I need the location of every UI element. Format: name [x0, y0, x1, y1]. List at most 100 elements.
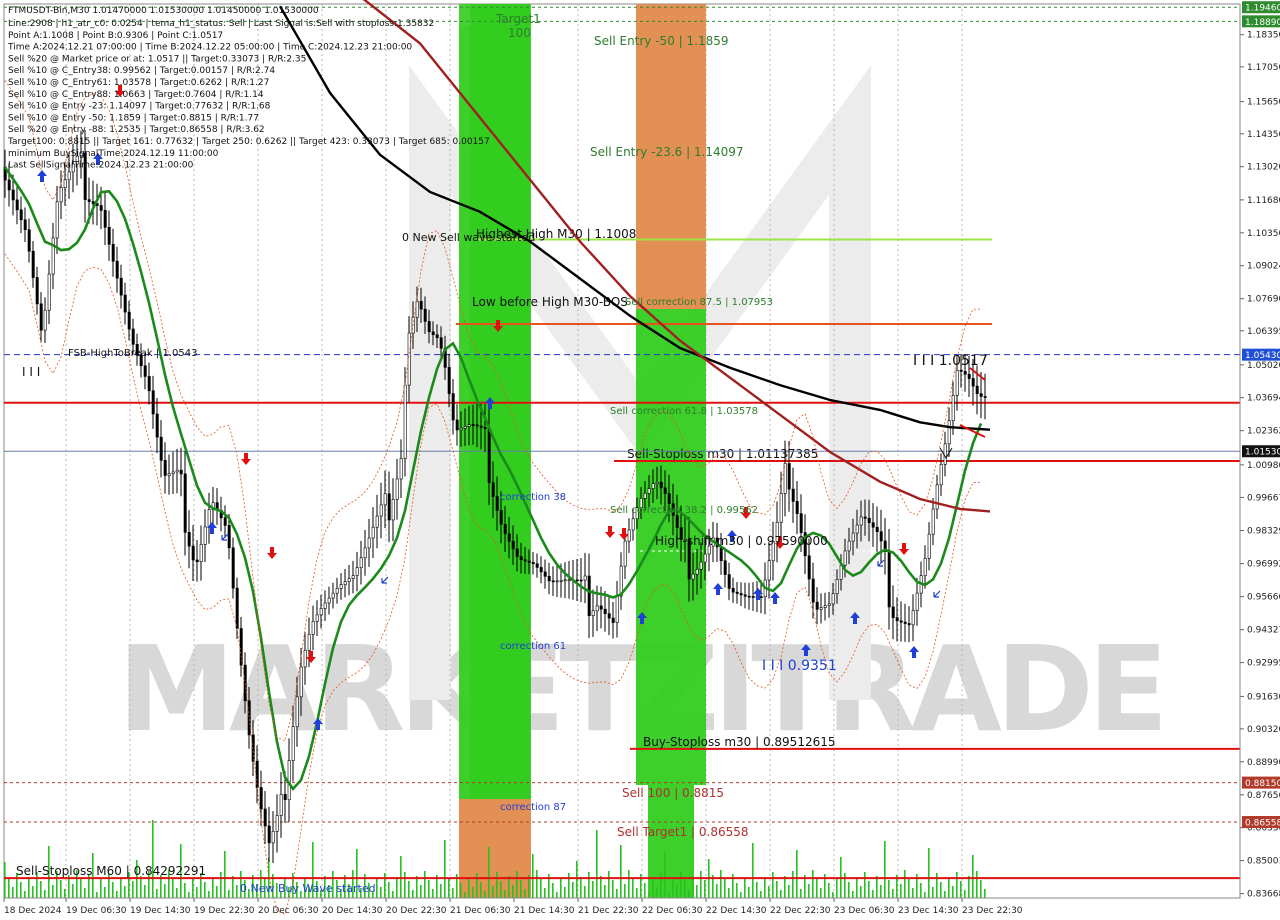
- info-line: Sell %10 @ C_Entry61: 1.03578 | Target:0…: [8, 78, 269, 88]
- volume-bar: [428, 880, 430, 898]
- volume-bar: [520, 880, 522, 898]
- candle-body: [191, 545, 195, 561]
- volume-bar: [140, 876, 142, 898]
- candle-body: [863, 516, 867, 519]
- volume-bar: [668, 891, 670, 898]
- volume-bar: [588, 872, 590, 898]
- volume-bar: [908, 879, 910, 898]
- candle-body: [303, 649, 307, 668]
- price-badge: 0.86558: [1242, 816, 1280, 829]
- candle-body: [343, 581, 347, 585]
- info-line: Sell %10 @ C_Entry88: 1.0663 | Target:0.…: [8, 90, 264, 100]
- volume-bar: [860, 886, 862, 898]
- candle-body: [751, 596, 755, 598]
- price-tick-label: 1.02362: [1247, 427, 1280, 437]
- volume-bar: [848, 882, 850, 898]
- candle-body: [143, 365, 147, 377]
- candle-body: [647, 488, 651, 494]
- candle-body: [827, 603, 831, 607]
- volume-bar: [24, 891, 26, 898]
- candle-body: [951, 395, 955, 421]
- price-tick-label: 0.91630: [1247, 692, 1280, 702]
- volume-bar: [944, 891, 946, 898]
- volume-bar: [552, 883, 554, 898]
- candle-body: [831, 593, 835, 605]
- volume-bar: [844, 873, 846, 898]
- volume-bar: [664, 852, 666, 898]
- candle-body: [163, 460, 167, 476]
- volume-bar: [384, 873, 386, 898]
- info-line: Line:2908 | h1_atr_c0: 0.0254 | tema_h1_…: [8, 19, 434, 29]
- price-tick-label: 1.15650: [1247, 98, 1280, 108]
- volume-bar: [892, 889, 894, 898]
- candle-body: [475, 424, 479, 427]
- time-tick-label: 22 Dec 06:30: [642, 906, 703, 916]
- candle-body: [399, 458, 403, 480]
- candle-body: [511, 541, 515, 550]
- volume-bar: [796, 850, 798, 898]
- candle-body: [235, 587, 239, 629]
- candle-body: [515, 548, 519, 557]
- candle-body: [923, 558, 927, 577]
- volume-bar: [500, 881, 502, 898]
- candle-body: [527, 560, 531, 563]
- volume-bar: [616, 889, 618, 898]
- candle-body: [779, 493, 783, 523]
- candle-body: [851, 532, 855, 542]
- volume-bar: [504, 890, 506, 898]
- volume-bar: [80, 879, 82, 898]
- volume-bar: [156, 889, 158, 898]
- price-tick-label: 0.98329: [1247, 527, 1280, 537]
- candle-body: [539, 567, 543, 573]
- volume-bar: [8, 878, 10, 898]
- candle-body: [363, 547, 367, 559]
- volume-bar: [620, 845, 622, 898]
- volume-bar: [192, 878, 194, 898]
- price-badge: 1.05430: [1242, 348, 1280, 361]
- candle-body: [939, 464, 943, 486]
- candle-body: [523, 559, 527, 562]
- candle-body: [387, 493, 391, 521]
- candle-body: [271, 831, 275, 844]
- info-line: Sell %10 @ C_Entry38: 0.99562 | Target:0…: [8, 66, 275, 76]
- chart-svg[interactable]: MARKETZITRADEHighest High M30 | 1.1008Lo…: [0, 0, 1280, 920]
- volume-bar: [968, 876, 970, 898]
- price-badge: 1.19460: [1242, 1, 1280, 14]
- time-tick-label: 19 Dec 22:30: [194, 906, 255, 916]
- candle-body: [455, 419, 459, 431]
- time-tick-label: 23 Dec 14:30: [898, 906, 959, 916]
- candle-body: [91, 201, 95, 204]
- volume-bar: [100, 878, 102, 898]
- candle-body: [11, 189, 15, 201]
- candle-body: [391, 499, 395, 521]
- price-badge-text: 1.18890: [1245, 18, 1280, 28]
- candle-body: [59, 187, 63, 203]
- volume-bar: [404, 872, 406, 898]
- candle-body: [791, 488, 795, 502]
- info-line: Sell %10 @ Entry -23: 1.14097 | Target:0…: [8, 102, 271, 112]
- volume-bar: [748, 887, 750, 898]
- trading-chart[interactable]: MARKETZITRADEHighest High M30 | 1.1008Lo…: [0, 0, 1280, 920]
- candle-body: [815, 601, 819, 610]
- volume-bar: [956, 872, 958, 898]
- candle-body: [651, 483, 655, 489]
- candle-body: [295, 696, 299, 728]
- candle-body: [699, 561, 703, 570]
- volume-bar: [632, 879, 634, 898]
- volume-bar: [488, 847, 490, 898]
- volume-bar: [864, 872, 866, 898]
- volume-bar: [912, 888, 914, 898]
- volume-bar: [540, 879, 542, 898]
- candle-body: [267, 825, 271, 844]
- volume-bar: [72, 884, 74, 898]
- candle-body: [55, 201, 59, 239]
- candle-body: [339, 584, 343, 589]
- zone-green-lower: [648, 785, 694, 898]
- price-tick-label: 1.09024: [1247, 262, 1280, 272]
- candle-body: [459, 427, 463, 431]
- candle-body: [575, 579, 579, 582]
- candle-body: [967, 373, 971, 379]
- volume-bar: [420, 885, 422, 898]
- volume-bar: [660, 873, 662, 898]
- candle-body: [383, 493, 387, 506]
